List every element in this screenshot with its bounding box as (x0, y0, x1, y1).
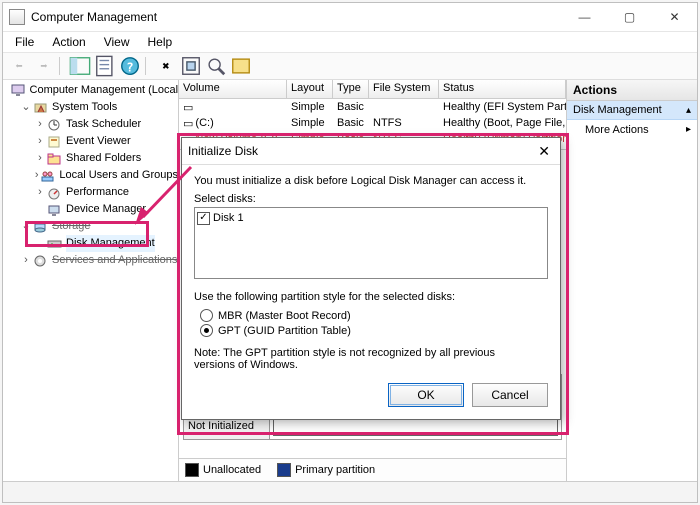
disk-select-list[interactable]: ✓ Disk 1 (194, 207, 548, 279)
minimize-button[interactable]: — (562, 3, 607, 31)
folder-share-icon (47, 152, 63, 166)
help-button[interactable]: ? (118, 54, 142, 78)
dialog-title: Initialize Disk (188, 144, 258, 158)
col-type[interactable]: Type (333, 80, 369, 98)
show-hide-tree-button[interactable] (68, 54, 92, 78)
menu-file[interactable]: File (7, 33, 42, 51)
radio-icon (200, 324, 213, 337)
tree-event-viewer[interactable]: ›Event Viewer (3, 133, 178, 150)
col-volume[interactable]: Volume (179, 80, 287, 98)
actions-category[interactable]: Disk Management ▴ (567, 101, 697, 120)
delete-button[interactable]: ✖ (154, 54, 178, 78)
window-title: Computer Management (31, 10, 157, 24)
tree-performance[interactable]: ›Performance (3, 184, 178, 201)
col-fs[interactable]: File System (369, 80, 439, 98)
tree-task-scheduler[interactable]: ›Task Scheduler (3, 116, 178, 133)
legend-swatch-unallocated (185, 463, 199, 477)
dialog-close-button[interactable]: ✕ (534, 143, 554, 160)
table-row[interactable]: ▭ Simple Basic Healthy (EFI System Parti… (179, 99, 566, 115)
toolbar: ⬅ ➡ ? ✖ (3, 53, 697, 80)
tree-local-users[interactable]: ›Local Users and Groups (3, 167, 178, 184)
storage-icon (33, 220, 49, 234)
tree-storage[interactable]: ⌄Storage (3, 218, 178, 235)
perf-icon (47, 186, 63, 200)
tree-device-manager[interactable]: ›Device Manager (3, 201, 178, 218)
disk-list-item[interactable]: ✓ Disk 1 (197, 210, 545, 226)
cancel-button[interactable]: Cancel (472, 383, 548, 407)
status-bar (3, 481, 697, 502)
volume-icon: ▭ (183, 117, 193, 130)
partition-style-label: Use the following partition style for th… (194, 291, 548, 303)
col-status[interactable]: Status (439, 80, 566, 98)
disk-icon (47, 237, 63, 251)
radio-mbr[interactable]: MBR (Master Boot Record) (200, 309, 548, 322)
ok-button[interactable]: OK (388, 383, 464, 407)
checkbox-disk1[interactable]: ✓ (197, 212, 210, 225)
tree-services-apps[interactable]: ›Services and Applications (3, 252, 178, 269)
menu-help[interactable]: Help (140, 33, 181, 51)
view-button[interactable] (229, 54, 253, 78)
separator-icon (59, 57, 66, 75)
menu-bar: File Action View Help (3, 32, 697, 53)
tree-root[interactable]: ▾Computer Management (Local (3, 82, 178, 99)
legend: Unallocated Primary partition (179, 458, 566, 481)
menu-action[interactable]: Action (44, 33, 93, 51)
properties-button[interactable] (93, 54, 117, 78)
device-icon (47, 203, 63, 217)
users-icon (40, 169, 56, 183)
nav-tree[interactable]: ▾Computer Management (Local ⌄System Tool… (3, 80, 179, 481)
tree-shared-folders[interactable]: ›Shared Folders (3, 150, 178, 167)
event-icon (47, 135, 63, 149)
actions-more[interactable]: More Actions ▸ (567, 120, 697, 140)
title-bar: Computer Management — ▢ ✕ (3, 3, 697, 32)
services-icon (33, 254, 49, 268)
chevron-right-icon: ▸ (686, 124, 691, 135)
volume-header[interactable]: Volume Layout Type File System Status (179, 80, 566, 99)
back-button[interactable]: ⬅ (7, 54, 31, 78)
dialog-message: You must initialize a disk before Logica… (194, 175, 548, 187)
refresh-button[interactable] (179, 54, 203, 78)
select-disks-label: Select disks: (194, 193, 548, 205)
clock-icon (47, 118, 63, 132)
dialog-note: Note: The GPT partition style is not rec… (194, 347, 534, 371)
volume-icon: ▭ (183, 101, 193, 114)
tools-icon (33, 101, 49, 115)
close-button[interactable]: ✕ (652, 3, 697, 31)
maximize-button[interactable]: ▢ (607, 3, 652, 31)
dialog-title-bar[interactable]: Initialize Disk ✕ (182, 138, 560, 165)
radio-icon (200, 309, 213, 322)
svg-text:?: ? (126, 61, 133, 75)
app-icon (9, 9, 25, 25)
collapse-icon[interactable]: ▴ (686, 105, 691, 116)
actions-pane: Actions Disk Management ▴ More Actions ▸ (567, 80, 697, 481)
computer-icon (11, 84, 27, 98)
separator-icon (145, 57, 152, 75)
app-window: Computer Management — ▢ ✕ File Action Vi… (2, 2, 698, 503)
initialize-disk-dialog: Initialize Disk ✕ You must initialize a … (181, 137, 561, 420)
actions-header: Actions (567, 80, 697, 101)
menu-view[interactable]: View (96, 33, 138, 51)
legend-swatch-primary (277, 463, 291, 477)
tree-disk-management[interactable]: ›Disk Management (3, 235, 178, 252)
table-row[interactable]: ▭(C:) Simple Basic NTFS Healthy (Boot, P… (179, 115, 566, 131)
forward-button[interactable]: ➡ (32, 54, 56, 78)
rescan-button[interactable] (204, 54, 228, 78)
tree-system-tools[interactable]: ⌄System Tools (3, 99, 178, 116)
radio-gpt[interactable]: GPT (GUID Partition Table) (200, 324, 548, 337)
col-layout[interactable]: Layout (287, 80, 333, 98)
